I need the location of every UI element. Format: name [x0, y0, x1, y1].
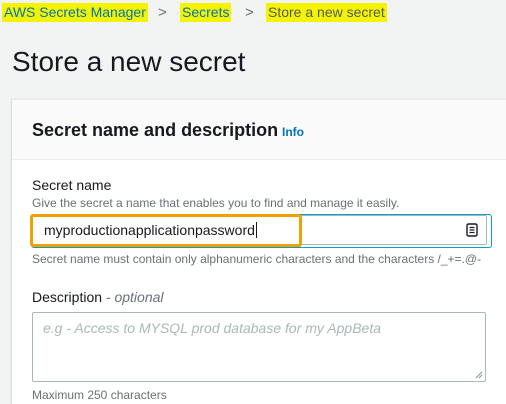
breadcrumb-separator-icon: > [245, 4, 254, 21]
secret-name-value: myproductionapplicationpassword [44, 222, 257, 238]
optional-tag: - optional [105, 289, 164, 305]
breadcrumb-separator-icon: > [158, 4, 167, 21]
description-label: Description - optional [32, 289, 164, 305]
info-link[interactable]: Info [282, 125, 304, 139]
resize-handle-icon[interactable] [475, 371, 483, 379]
page-title: Store a new secret [12, 46, 246, 77]
breadcrumb-item-secrets[interactable]: Secrets [180, 3, 232, 22]
panel-header: Secret name and description Info [12, 100, 506, 160]
secret-name-description: Give the secret a name that enables you … [32, 196, 400, 210]
secret-details-panel: Secret name and description Info Secret … [12, 99, 506, 404]
description-textarea[interactable]: e.g - Access to MYSQL prod database for … [32, 312, 486, 382]
description-constraint: Maximum 250 characters [32, 388, 167, 402]
panel-title: Secret name and description [32, 120, 279, 140]
breadcrumb: AWS Secrets Manager > Secrets > Store a … [0, 0, 506, 28]
secret-name-input[interactable]: myproductionapplicationpassword [31, 214, 492, 248]
keyboard-icon[interactable] [466, 223, 478, 237]
text-caret [255, 222, 257, 238]
description-placeholder: e.g - Access to MYSQL prod database for … [43, 320, 381, 336]
secret-name-constraint: Secret name must contain only alphanumer… [32, 252, 482, 266]
breadcrumb-item-current: Store a new secret [266, 3, 387, 22]
secret-name-label: Secret name [32, 177, 112, 193]
breadcrumb-item-secrets-manager[interactable]: AWS Secrets Manager [2, 3, 148, 22]
